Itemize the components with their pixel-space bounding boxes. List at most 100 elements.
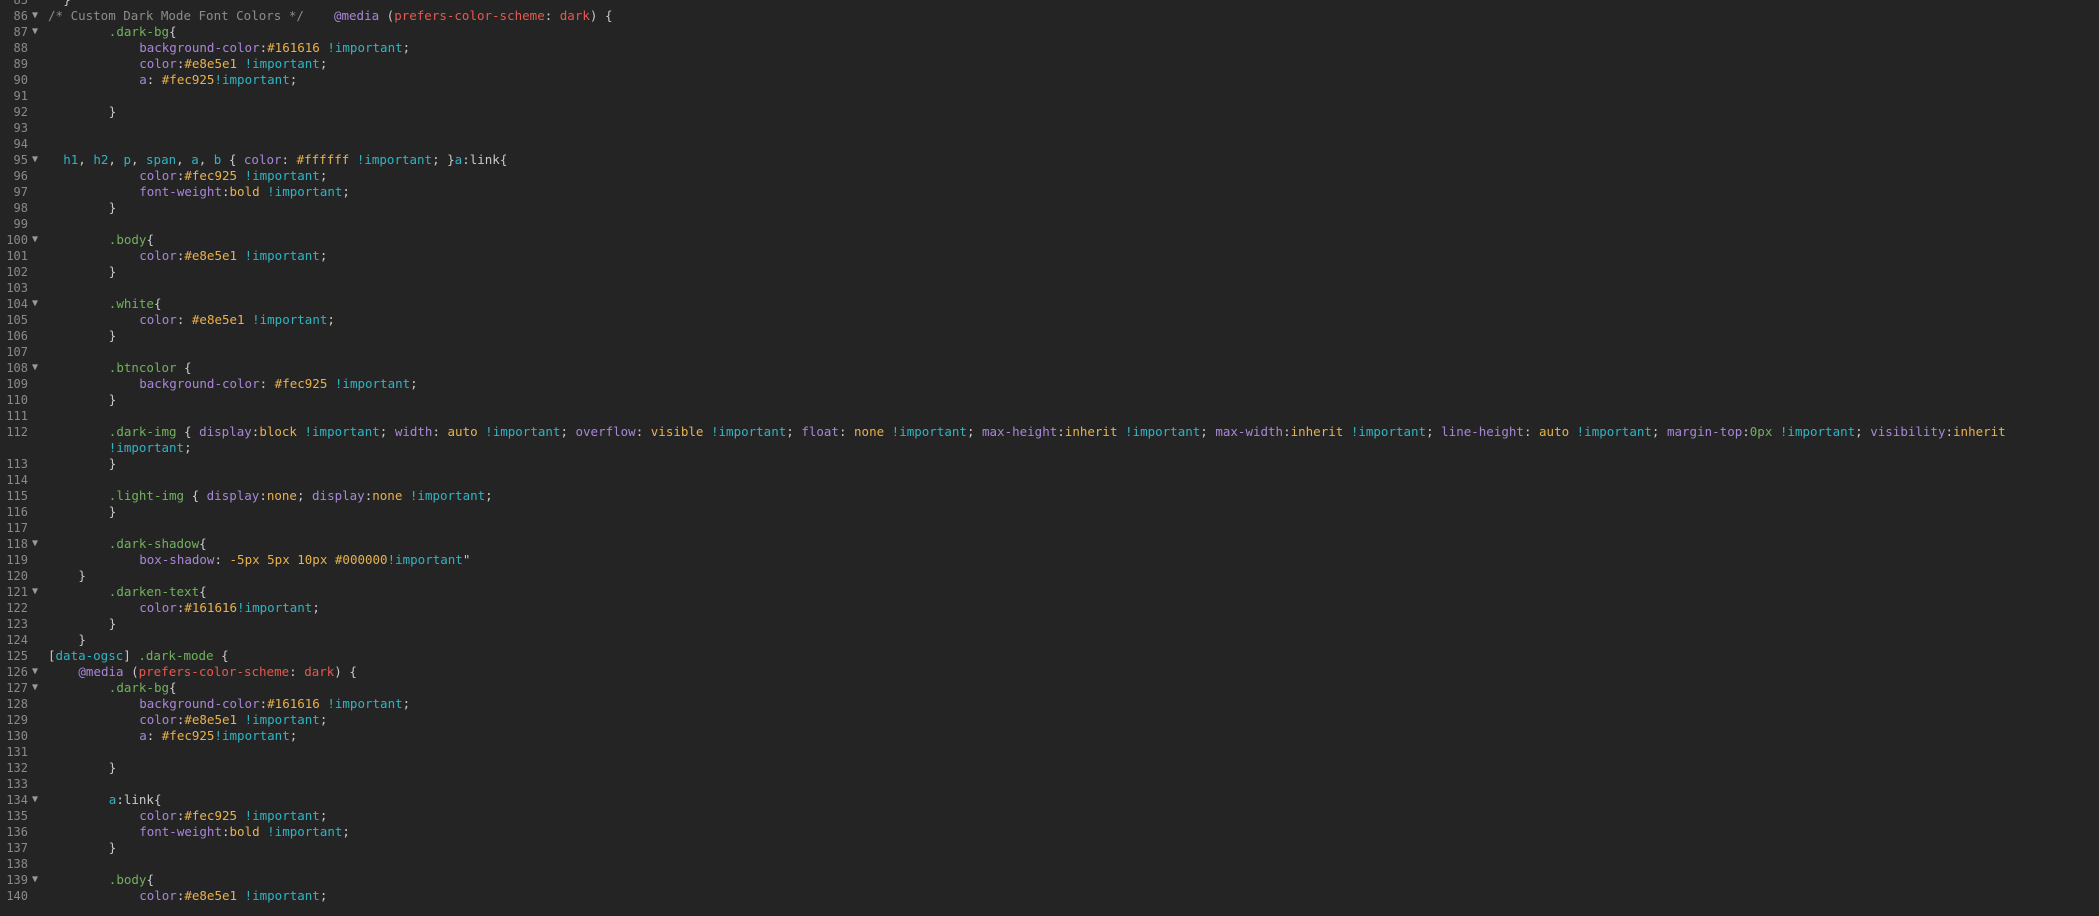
fold-toggle-icon[interactable]: ▼ xyxy=(32,296,42,312)
code-line[interactable]: 101 color:#e8e5e1 !important; xyxy=(0,248,2099,264)
line-number: 86 xyxy=(13,9,28,23)
code-token: a xyxy=(139,72,147,87)
code-token: ; xyxy=(319,248,328,263)
code-line[interactable]: 118 ▼ .dark-shadow{ xyxy=(0,536,2099,552)
code-line[interactable]: 91 xyxy=(0,88,2099,104)
code-token: color xyxy=(243,152,282,167)
code-line[interactable]: 134 ▼ a:link{ xyxy=(0,792,2099,808)
code-line[interactable]: 130 a: #fec925!important; xyxy=(0,728,2099,744)
code-line[interactable]: 96 color:#fec925 !important; xyxy=(0,168,2099,184)
code-line[interactable]: 107 xyxy=(0,344,2099,360)
code-token: a xyxy=(139,728,147,743)
code-line[interactable]: 137} xyxy=(0,840,2099,856)
code-line[interactable]: 109 background-color: #fec925 !important; xyxy=(0,376,2099,392)
fold-toggle-icon[interactable]: ▼ xyxy=(32,872,42,888)
code-line[interactable]: 114 xyxy=(0,472,2099,488)
code-line[interactable]: 108 ▼ .btncolor { xyxy=(0,360,2099,376)
line-number: 101 xyxy=(6,249,28,263)
fold-toggle-icon[interactable]: ▼ xyxy=(32,680,42,696)
code-line[interactable]: 123} xyxy=(0,616,2099,632)
code-lines[interactable]: 85}86▼/* Custom Dark Mode Font Colors */… xyxy=(0,0,2099,904)
code-line[interactable]: 117 xyxy=(0,520,2099,536)
code-text: [data-ogsc] .dark-mode { xyxy=(48,648,229,664)
code-line[interactable]: 105 color: #e8e5e1 !important; xyxy=(0,312,2099,328)
fold-toggle-icon[interactable]: ▼ xyxy=(32,360,42,376)
code-line[interactable]: 97 font-weight:bold !important; xyxy=(0,184,2099,200)
code-line[interactable]: 140 color:#e8e5e1 !important; xyxy=(0,888,2099,904)
code-line[interactable]: 138 xyxy=(0,856,2099,872)
code-line[interactable]: 119 box-shadow: -5px 5px 10px #000000!imp… xyxy=(0,552,2099,568)
code-line[interactable]: 127 ▼ .dark-bg{ xyxy=(0,680,2099,696)
code-token: : xyxy=(221,184,230,199)
code-line[interactable]: 111 xyxy=(0,408,2099,424)
code-line[interactable]: 115 .light-img { display:none; display:no… xyxy=(0,488,2099,504)
code-line[interactable]: !important; xyxy=(0,440,2099,456)
fold-toggle-icon[interactable]: ▼ xyxy=(32,232,42,248)
code-line[interactable]: 102} xyxy=(0,264,2099,280)
code-line[interactable]: 110} xyxy=(0,392,2099,408)
code-line[interactable]: 98} xyxy=(0,200,2099,216)
code-line[interactable]: 139 ▼ .body{ xyxy=(0,872,2099,888)
code-line[interactable]: 100 ▼ .body{ xyxy=(0,232,2099,248)
fold-toggle-icon[interactable]: ▼ xyxy=(32,152,42,168)
code-line[interactable]: 126 ▼ @media (prefers-color-scheme: dark) … xyxy=(0,664,2099,680)
code-line[interactable]: 129 color:#e8e5e1 !important; xyxy=(0,712,2099,728)
code-line[interactable]: 124} xyxy=(0,632,2099,648)
code-line[interactable]: 120} xyxy=(0,568,2099,584)
fold-toggle-icon[interactable]: ▼ xyxy=(32,664,42,680)
code-line[interactable]: 125 [data-ogsc] .dark-mode { xyxy=(0,648,2099,664)
code-line[interactable]: 86 ▼ /* Custom Dark Mode Font Colors */ @m… xyxy=(0,8,2099,24)
code-line[interactable]: 131 xyxy=(0,744,2099,760)
code-line[interactable]: 87 ▼ .dark-bg{ xyxy=(0,24,2099,40)
code-token: bold xyxy=(229,824,260,839)
code-line[interactable]: 94 xyxy=(0,136,2099,152)
code-token: } xyxy=(78,632,86,647)
code-text: background-color:#161616 !important; xyxy=(139,40,410,56)
code-token: inherit xyxy=(1953,424,2006,439)
line-number: 104 xyxy=(6,297,28,311)
code-line[interactable]: 116} xyxy=(0,504,2099,520)
code-line[interactable]: 106} xyxy=(0,328,2099,344)
fold-toggle-icon[interactable]: ▼ xyxy=(32,792,42,808)
code-line[interactable]: 122 color:#161616!important; xyxy=(0,600,2099,616)
code-token: prefers-color-scheme xyxy=(394,8,545,23)
code-line[interactable]: 132} xyxy=(0,760,2099,776)
code-line[interactable]: 85} xyxy=(0,0,2099,8)
code-token: auto xyxy=(1539,424,1570,439)
code-line[interactable]: 135 color:#fec925 !important; xyxy=(0,808,2099,824)
code-line[interactable]: 92} xyxy=(0,104,2099,120)
fold-toggle-icon[interactable]: ▼ xyxy=(32,24,42,40)
code-line[interactable]: 133 xyxy=(0,776,2099,792)
code-line[interactable]: 99 xyxy=(0,216,2099,232)
code-line[interactable]: 121 ▼ .darken-text{ xyxy=(0,584,2099,600)
fold-toggle-icon[interactable]: ▼ xyxy=(32,584,42,600)
code-token: color xyxy=(139,248,177,263)
code-editor[interactable]: 85}86▼/* Custom Dark Mode Font Colors */… xyxy=(0,0,2099,916)
code-line[interactable]: 103 xyxy=(0,280,2099,296)
code-token: ; xyxy=(966,424,982,439)
code-token: " xyxy=(462,552,471,567)
code-token: { xyxy=(199,584,207,599)
line-number: 124 xyxy=(6,633,28,647)
code-line[interactable]: 89 color:#e8e5e1 !important; xyxy=(0,56,2099,72)
code-token: @media xyxy=(333,8,380,23)
code-line[interactable]: 88 background-color:#161616 !important; xyxy=(0,40,2099,56)
code-token: background-color xyxy=(139,696,260,711)
code-line[interactable]: 113} xyxy=(0,456,2099,472)
fold-toggle-icon[interactable]: ▼ xyxy=(32,536,42,552)
code-line[interactable]: 95 ▼ h1, h2, p, span, a, b { color: #fffff… xyxy=(0,152,2099,168)
code-line[interactable]: 112 .dark-img { display: block !important;… xyxy=(0,424,2099,440)
code-line[interactable]: 136 font-weight:bold !important; xyxy=(0,824,2099,840)
code-line[interactable]: 90 a: #fec925!important; xyxy=(0,72,2099,88)
code-line[interactable]: 128 background-color:#161616 !important; xyxy=(0,696,2099,712)
code-token: .dark-bg xyxy=(108,680,170,695)
code-text: .btncolor { xyxy=(109,360,192,376)
fold-toggle-icon[interactable]: ▼ xyxy=(32,8,42,24)
code-line[interactable]: 104 ▼ .white{ xyxy=(0,296,2099,312)
code-line[interactable]: 93 xyxy=(0,120,2099,136)
